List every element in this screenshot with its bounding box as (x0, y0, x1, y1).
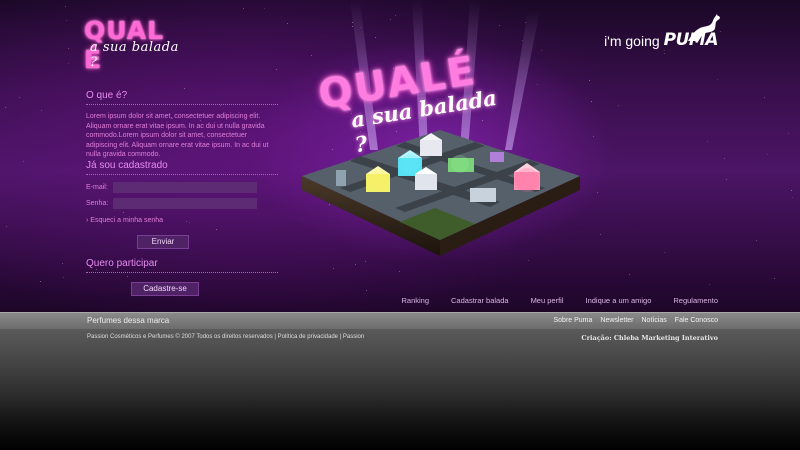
star (629, 274, 630, 275)
star (41, 110, 42, 111)
star (709, 284, 710, 285)
password-row: Senha: (86, 198, 258, 209)
footer: Passion Cosméticos e Perfumes © 2007 Tod… (0, 329, 800, 450)
copyright-text: Passion Cosméticos e Perfumes © 2007 Tod… (87, 334, 365, 340)
star (276, 69, 277, 70)
star (333, 268, 334, 269)
info-bar: Perfumes dessa marca Sobre Puma Newslett… (0, 312, 800, 329)
nav-regulamento[interactable]: Regulamento (673, 296, 718, 305)
site-logo[interactable]: QUAL É a sua balada ? (84, 16, 184, 74)
star (399, 271, 400, 272)
agency-credit[interactable]: Criação: Chleba Marketing Interativo (581, 334, 718, 342)
nav-cadastrar-balada[interactable]: Cadastrar balada (451, 296, 509, 305)
star (366, 290, 367, 291)
star (764, 97, 765, 98)
nav-indique-amigo[interactable]: Indique a um amigo (586, 296, 652, 305)
email-label: E-mail: (86, 184, 108, 191)
star (287, 23, 288, 24)
star (756, 240, 757, 241)
star (597, 192, 598, 193)
star (186, 221, 187, 222)
star (593, 136, 594, 137)
email-field[interactable] (113, 182, 257, 193)
star (243, 8, 244, 9)
star (726, 179, 727, 180)
star (68, 48, 69, 49)
hero-area: QUAL É a sua balada ? i'm going PUMA O q… (0, 0, 800, 312)
star (767, 154, 768, 155)
star (264, 8, 265, 9)
star (600, 234, 601, 235)
about-section: O que é? Lorem ipsum dolor sit amet, con… (86, 90, 278, 160)
star (717, 79, 718, 80)
link-noticias[interactable]: Notícias (642, 317, 667, 324)
star (774, 278, 775, 279)
star (127, 276, 128, 277)
star (365, 261, 366, 262)
nav-ranking[interactable]: Ranking (401, 296, 429, 305)
star (66, 20, 67, 21)
star (528, 260, 529, 261)
star (23, 161, 24, 162)
star (664, 53, 665, 54)
star (216, 229, 217, 230)
about-text: Lorem ipsum dolor sit amet, consectetuer… (86, 113, 269, 158)
password-field[interactable] (113, 198, 257, 209)
bar-links: Sobre Puma Newsletter Notícias Fale Cono… (554, 317, 719, 324)
submit-button[interactable]: Enviar (137, 235, 189, 249)
perfumes-link[interactable]: Perfumes dessa marca (87, 316, 169, 325)
puma-cat-icon (688, 14, 720, 41)
email-row: E-mail: (86, 182, 258, 193)
link-newsletter[interactable]: Newsletter (600, 317, 633, 324)
star (591, 101, 592, 102)
star (664, 50, 665, 51)
star (664, 252, 665, 253)
star (618, 105, 619, 106)
star (791, 190, 792, 191)
isometric-city-illustration (302, 130, 580, 256)
star (62, 263, 63, 264)
nav-meu-perfil[interactable]: Meu perfil (531, 296, 564, 305)
link-sobre-puma[interactable]: Sobre Puma (554, 317, 593, 324)
puma-brand[interactable]: i'm going PUMA (604, 14, 720, 50)
star (355, 264, 356, 265)
star (65, 6, 66, 7)
star (707, 141, 708, 142)
star (724, 158, 725, 159)
logo-subtitle: a sua balada ? (90, 40, 179, 70)
main-nav: Ranking Cadastrar balada Meu perfil Indi… (401, 296, 718, 305)
login-title: Já sou cadastrado (86, 160, 278, 175)
star (189, 222, 190, 223)
star (788, 133, 789, 134)
star (19, 97, 20, 98)
star (5, 107, 6, 108)
star (311, 55, 312, 56)
star (589, 80, 590, 81)
login-section: Já sou cadastrado (86, 160, 278, 175)
star (6, 226, 7, 227)
star (63, 277, 64, 278)
forgot-password-link[interactable]: › Esqueci a minha senha (86, 217, 163, 224)
star (123, 212, 124, 213)
signup-button[interactable]: Cadastre-se (131, 282, 199, 296)
link-fale-conosco[interactable]: Fale Conosco (675, 317, 718, 324)
star (40, 281, 41, 282)
about-title: O que é? (86, 90, 278, 105)
star (68, 63, 69, 64)
signup-section: Quero participar (86, 258, 278, 273)
star (792, 197, 793, 198)
signup-title: Quero participar (86, 258, 278, 273)
star (184, 88, 185, 89)
password-label: Senha: (86, 200, 109, 207)
brand-tagline: i'm going (604, 33, 660, 49)
